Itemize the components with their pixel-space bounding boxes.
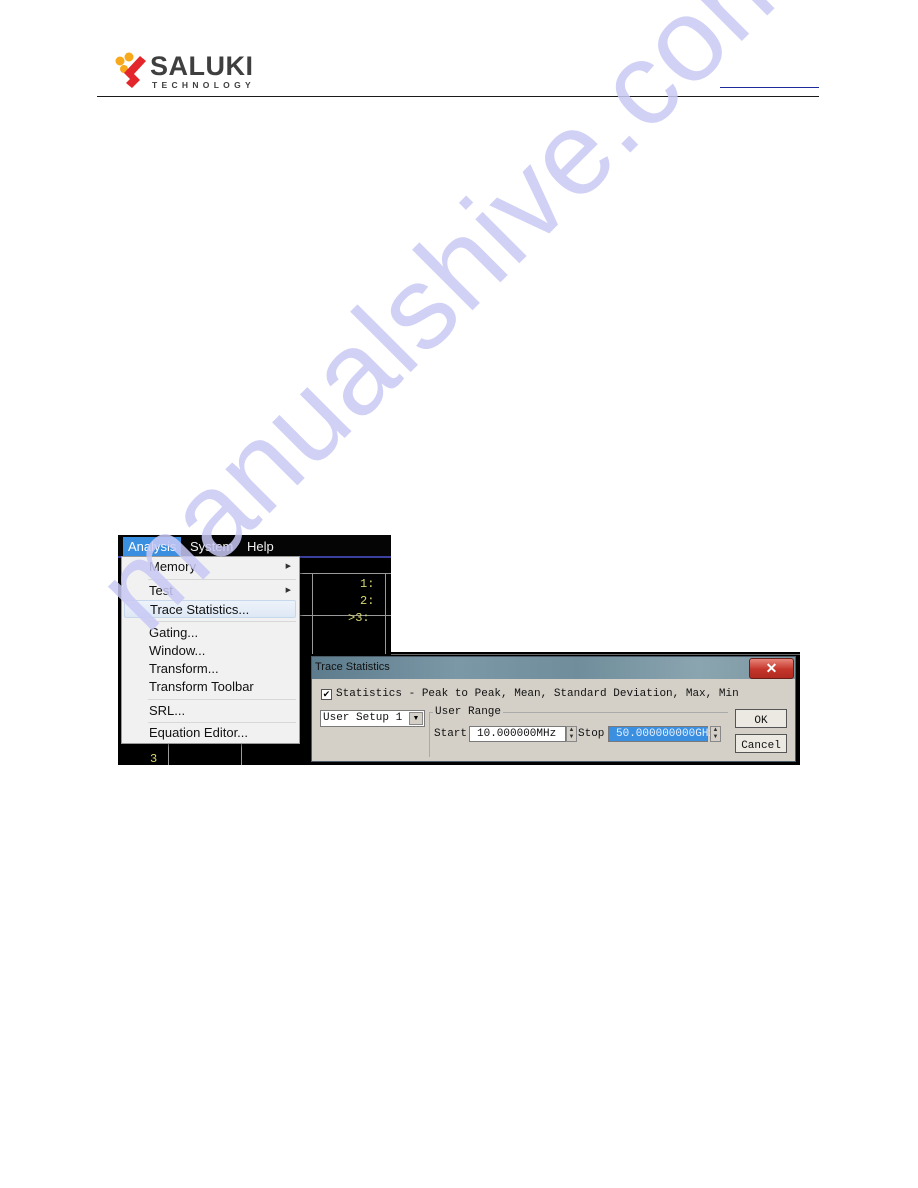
grid-line: [312, 574, 313, 654]
menu-separator: [148, 699, 296, 700]
setup-select[interactable]: User Setup 1 ▼: [320, 710, 425, 727]
start-label: Start: [434, 728, 468, 740]
user-range-label: User Range: [433, 706, 504, 718]
close-button[interactable]: ✕: [749, 658, 794, 679]
trace-label-1: 1:: [360, 577, 375, 591]
stop-spinner[interactable]: ▲ ▼: [710, 726, 721, 742]
chevron-down-icon[interactable]: ▼: [409, 712, 423, 725]
ok-button-label: OK: [754, 715, 768, 727]
menu-item-window[interactable]: Window...: [149, 642, 205, 660]
statistics-checkbox[interactable]: ✔: [321, 689, 332, 700]
menu-system[interactable]: System: [185, 537, 238, 556]
analysis-menu: Memory ▶ Test ▶ Trace Statistics... Gati…: [121, 556, 300, 744]
grid-line: [298, 615, 391, 616]
submenu-arrow-icon: ▶: [285, 563, 291, 570]
menu-item-trace-statistics[interactable]: Trace Statistics...: [124, 600, 296, 618]
menu-item-gating[interactable]: Gating...: [149, 624, 198, 642]
ok-button[interactable]: OK: [735, 709, 787, 728]
grid-line: [298, 573, 391, 574]
saluki-logo: SALUKI TECHNOLOGY: [114, 50, 274, 92]
menu-item-label: Memory: [149, 559, 196, 574]
header-divider: [97, 96, 819, 97]
grid-line: [391, 654, 800, 655]
menu-item-memory[interactable]: Memory ▶: [149, 558, 297, 576]
cancel-button[interactable]: Cancel: [735, 734, 787, 753]
dialog-title: Trace Statistics: [315, 661, 390, 673]
dialog-titlebar[interactable]: Trace Statistics ✕: [312, 657, 795, 679]
menu-analysis[interactable]: Analysis: [123, 537, 182, 556]
header-link[interactable]: [720, 87, 819, 88]
logo-name: SALUKI: [150, 51, 254, 81]
menu-item-transform-toolbar[interactable]: Transform Toolbar: [149, 678, 254, 696]
trace-label-3-active: >3:: [348, 611, 370, 625]
cancel-button-label: Cancel: [741, 740, 781, 752]
start-value: 10.000000MHz: [477, 728, 557, 740]
close-icon: ✕: [765, 660, 778, 676]
start-spinner[interactable]: ▲ ▼: [566, 726, 577, 742]
logo-mark-icon: [115, 52, 146, 88]
grid-line: [168, 742, 169, 765]
menu-separator: [148, 621, 296, 622]
trace-statistics-dialog: Trace Statistics ✕ ✔ Statistics - Peak t…: [311, 656, 796, 762]
checkmark-icon: ✔: [322, 689, 331, 699]
stop-input[interactable]: 50.000000000GHz: [608, 726, 715, 742]
menu-separator: [148, 579, 296, 580]
stop-label: Stop: [578, 728, 605, 740]
submenu-arrow-icon: ▶: [285, 587, 291, 594]
menu-item-srl[interactable]: SRL...: [149, 702, 185, 720]
trace-label-2: 2:: [360, 594, 375, 608]
trace-number: 3: [150, 752, 158, 766]
menu-item-transform[interactable]: Transform...: [149, 660, 219, 678]
menu-item-label: Trace Statistics...: [150, 602, 250, 617]
start-input[interactable]: 10.000000MHz: [469, 726, 566, 742]
menu-separator: [148, 722, 296, 723]
menu-help[interactable]: Help: [242, 537, 279, 556]
stop-value: 50.000000000GHz: [616, 728, 716, 740]
menu-item-test[interactable]: Test ▶: [149, 582, 297, 600]
grid-line: [385, 574, 386, 654]
logo-subtitle: TECHNOLOGY: [152, 80, 255, 90]
menu-item-label: Test: [149, 583, 173, 598]
grid-line: [241, 742, 242, 765]
statistics-checkbox-label: Statistics - Peak to Peak, Mean, Standar…: [336, 688, 739, 700]
menu-item-equation-editor[interactable]: Equation Editor...: [149, 724, 248, 742]
setup-select-value: User Setup 1: [323, 712, 403, 724]
